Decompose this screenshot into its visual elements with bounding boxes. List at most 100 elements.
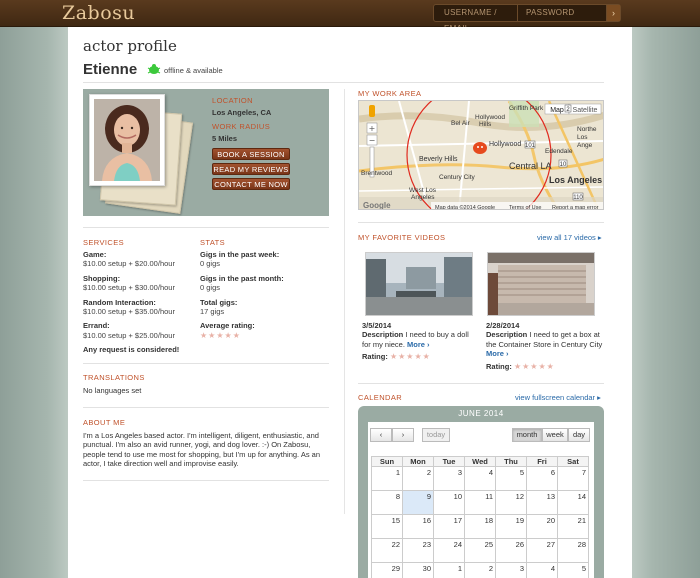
calendar-day[interactable]: 16 — [402, 514, 434, 539]
calendar-day[interactable]: 14 — [557, 490, 589, 515]
road-shield: 101 — [525, 143, 536, 149]
about-text: I'm a Los Angeles based actor. I'm intel… — [83, 431, 320, 469]
divider — [83, 480, 329, 481]
svg-text:+: + — [369, 124, 376, 133]
svg-text:−: − — [369, 136, 376, 145]
map-tab: Satellite — [573, 107, 598, 114]
video-date: 3/5/2014 — [362, 321, 392, 330]
main-content: actor profile Etienne offline & availabl… — [68, 27, 632, 578]
calendar-day[interactable]: 27 — [526, 538, 558, 563]
calendar-day[interactable]: 11 — [464, 490, 496, 515]
calendar-week-row: 1 2 3 4 5 6 7 — [371, 466, 589, 491]
video-info: 2/28/2014 Description I need to get a bo… — [486, 321, 604, 371]
calendar-day[interactable]: 12 — [495, 490, 527, 515]
calendar-day[interactable]: 17 — [433, 514, 465, 539]
video-info: 3/5/2014 Description I need to buy a dol… — [362, 321, 474, 362]
contact-me-button[interactable]: CONTACT ME NOW — [212, 178, 290, 190]
road-shield: 10 — [560, 162, 567, 168]
video-rating-label: Rating: — [486, 361, 512, 371]
calendar-week-row: 15 16 17 18 19 20 21 — [371, 514, 589, 539]
calendar-day[interactable]: 23 — [402, 538, 434, 563]
calendar-day[interactable]: 4 — [464, 466, 496, 491]
calendar-next-button[interactable]: › — [392, 428, 414, 442]
map-label: Brentwood — [361, 170, 392, 177]
profile-photo[interactable] — [94, 99, 160, 181]
divider — [83, 363, 329, 364]
weekday-header: Fri — [526, 456, 558, 467]
calendar-day[interactable]: 2 — [402, 466, 434, 491]
calendar-day[interactable]: 3 — [433, 466, 465, 491]
road-shield: 110 — [573, 195, 583, 201]
calendar-day[interactable]: 20 — [526, 514, 558, 539]
site-logo[interactable]: Zabosu — [62, 2, 135, 24]
calendar-day[interactable]: 5 — [557, 562, 589, 578]
service-price: $10.00 setup + $25.00/hour — [83, 330, 175, 340]
calendar-prev-button[interactable]: ‹ — [370, 428, 392, 442]
calendar-today-button[interactable]: today — [422, 428, 450, 442]
calendar-day[interactable]: 1 — [433, 562, 465, 578]
stats-title: STATS — [200, 238, 226, 247]
calendar-day[interactable]: 2 — [464, 562, 496, 578]
any-request-note: Any request is considered! — [83, 345, 180, 355]
map-attribution: Map data ©2014 Google — [435, 204, 495, 210]
profile-card: LOCATION Los Angeles, CA WORK RADIUS 5 M… — [83, 89, 329, 216]
map-label: Ange — [577, 142, 593, 149]
calendar-day[interactable]: 30 — [402, 562, 434, 578]
service-name: Game: — [83, 250, 107, 259]
calendar-day[interactable]: 8 — [371, 490, 403, 515]
video-thumbnail[interactable] — [365, 252, 473, 316]
calendar-day[interactable]: 22 — [371, 538, 403, 563]
divider — [358, 383, 604, 384]
stat-name: Total gigs: — [200, 297, 238, 307]
view-all-videos-link[interactable]: view all 17 videos ▸ — [537, 233, 602, 242]
calendar-day-today[interactable]: 9 — [402, 490, 434, 515]
services-list: Game: $10.00 setup + $20.00/hour Shoppin… — [83, 250, 203, 355]
map-label: Hollywood — [489, 141, 521, 148]
calendar-widget: JUNE 2014 ‹ › today month week day Sun M… — [358, 406, 604, 578]
weekday-header: Wed — [464, 456, 496, 467]
calendar-month-view-button[interactable]: month — [512, 428, 542, 442]
calendar-day[interactable]: 18 — [464, 514, 496, 539]
map-pin-icon — [473, 142, 487, 154]
translations-title: TRANSLATIONS — [83, 373, 145, 382]
calendar-day[interactable]: 4 — [526, 562, 558, 578]
work-area-map[interactable]: + − Map Satellite Griffith Park Hollywoo… — [358, 100, 604, 210]
calendar-day[interactable]: 3 — [495, 562, 527, 578]
username-input[interactable]: USERNAME / EMAIL — [434, 5, 518, 33]
map-label: Hills — [479, 121, 492, 128]
calendar-day-view-button[interactable]: day — [568, 428, 590, 442]
calendar-day[interactable]: 13 — [526, 490, 558, 515]
stat-name: Gigs in the past month: — [200, 273, 284, 283]
services-title: SERVICES — [83, 238, 124, 247]
stat-value: 17 gigs — [200, 307, 225, 317]
video-more-link[interactable]: More › — [407, 340, 430, 349]
video-rating-stars: ★★★★★ — [513, 361, 555, 371]
calendar-day[interactable]: 6 — [526, 466, 558, 491]
calendar-day[interactable]: 5 — [495, 466, 527, 491]
calendar-day[interactable]: 10 — [433, 490, 465, 515]
service-name: Errand: — [83, 321, 110, 331]
calendar-day[interactable]: 24 — [433, 538, 465, 563]
calendar-day[interactable]: 21 — [557, 514, 589, 539]
book-session-button[interactable]: BOOK A SESSION — [212, 148, 290, 160]
calendar-week-view-button[interactable]: week — [542, 428, 568, 442]
calendar-day[interactable]: 25 — [464, 538, 496, 563]
calendar-day[interactable]: 29 — [371, 562, 403, 578]
status-bug-icon — [147, 64, 161, 74]
fullscreen-calendar-link[interactable]: view fullscreen calendar ▸ — [515, 393, 601, 402]
translations-text: No languages set — [83, 386, 142, 395]
calendar-day[interactable]: 1 — [371, 466, 403, 491]
profile-photo-frame — [89, 94, 165, 186]
weekday-header: Thu — [495, 456, 527, 467]
arrow-right-icon[interactable]: › — [606, 5, 620, 21]
calendar-day[interactable]: 7 — [557, 466, 589, 491]
video-more-link[interactable]: More › — [486, 349, 509, 358]
calendar-day[interactable]: 26 — [495, 538, 527, 563]
calendar-day[interactable]: 19 — [495, 514, 527, 539]
read-reviews-button[interactable]: READ MY REVIEWS — [212, 163, 290, 175]
map-label: Beverly Hills — [419, 156, 458, 163]
video-thumbnail[interactable] — [487, 252, 595, 316]
calendar-day[interactable]: 15 — [371, 514, 403, 539]
password-input[interactable]: PASSWORD — [518, 5, 604, 21]
calendar-day[interactable]: 28 — [557, 538, 589, 563]
